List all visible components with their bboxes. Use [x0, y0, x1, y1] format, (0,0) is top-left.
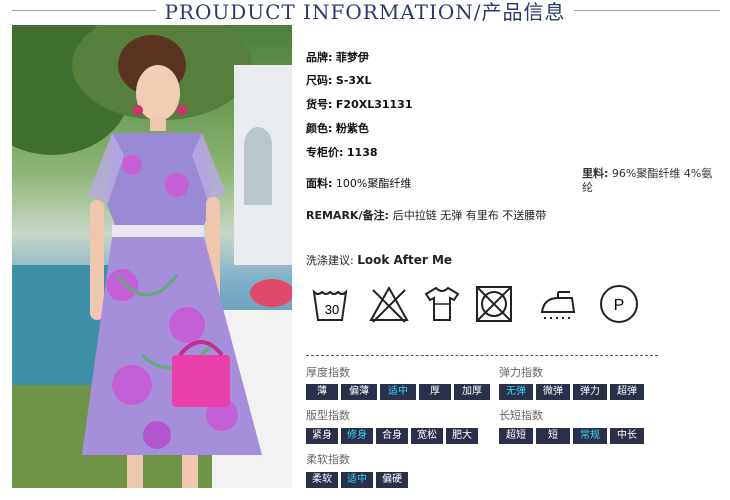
- spec-lining: 里料: 96%聚酯纤维 4%氨纶: [582, 167, 713, 194]
- length-option-selected[interactable]: 常规: [573, 428, 607, 444]
- wash-30-icon: 30: [312, 289, 348, 321]
- elasticity-title: 弹力指数: [499, 366, 543, 379]
- softness-options: 柔软 适中 偏硬: [306, 472, 408, 488]
- softness-title: 柔软指数: [306, 453, 350, 466]
- wash-temp-text: 30: [325, 302, 339, 317]
- fit-options: 紧身 修身 合身 宽松 肥大: [306, 428, 478, 444]
- model-illustration: [12, 25, 292, 488]
- fit-title: 版型指数: [306, 409, 350, 422]
- length-option[interactable]: 超短: [499, 428, 533, 444]
- spec-price: 专柜价: 1138: [306, 146, 378, 159]
- divider: [306, 355, 658, 356]
- softness-option[interactable]: 柔软: [306, 472, 338, 488]
- dry-clean-text: P: [614, 297, 625, 314]
- elasticity-options: 无弹 微弹 弹力 超弹: [499, 384, 644, 400]
- no-tumble-dry-icon: [476, 286, 512, 322]
- spec-brand: 品牌: 菲梦伊: [306, 51, 369, 64]
- thickness-option[interactable]: 厚: [419, 384, 451, 400]
- elasticity-option-selected[interactable]: 无弹: [499, 384, 533, 400]
- spec-sku: 货号: F20XL31131: [306, 98, 413, 111]
- thickness-option-selected[interactable]: 适中: [380, 384, 416, 400]
- fit-option[interactable]: 紧身: [306, 428, 338, 444]
- length-options: 超短 短 常规 中长: [499, 428, 644, 444]
- iron-icon: [540, 291, 576, 319]
- spec-size: 尺码: S-3XL: [306, 74, 372, 87]
- thickness-options: 薄 偏薄 适中 厚 加厚: [306, 384, 490, 400]
- elasticity-option[interactable]: 弹力: [573, 384, 607, 400]
- dry-clean-icon: P: [600, 285, 638, 323]
- fit-option[interactable]: 宽松: [411, 428, 443, 444]
- fit-option-selected[interactable]: 修身: [341, 428, 373, 444]
- thickness-option[interactable]: 加厚: [454, 384, 490, 400]
- thickness-title: 厚度指数: [306, 366, 350, 379]
- thickness-option[interactable]: 薄: [306, 384, 338, 400]
- thickness-option[interactable]: 偏薄: [341, 384, 377, 400]
- wash-advice: 洗涤建议: Look After Me: [306, 253, 453, 267]
- spec-color: 颜色: 粉紫色: [306, 122, 369, 135]
- fit-option[interactable]: 肥大: [446, 428, 478, 444]
- remark: REMARK/备注: 后中拉链 无弹 有里布 不送腰带: [306, 209, 547, 222]
- page-title: PROUDUCT INFORMATION/产品信息: [0, 0, 730, 24]
- hang-dry-icon: [424, 286, 460, 321]
- product-photo: [12, 25, 292, 488]
- softness-option-selected[interactable]: 适中: [341, 472, 373, 488]
- softness-option[interactable]: 偏硬: [376, 472, 408, 488]
- length-option[interactable]: 短: [536, 428, 570, 444]
- elasticity-option[interactable]: 超弹: [610, 384, 644, 400]
- spec-fabric: 面料: 100%聚酯纤维: [306, 177, 412, 190]
- no-bleach-icon: [369, 285, 409, 323]
- elasticity-option[interactable]: 微弹: [536, 384, 570, 400]
- length-title: 长短指数: [499, 409, 543, 422]
- fit-option[interactable]: 合身: [376, 428, 408, 444]
- length-option[interactable]: 中长: [610, 428, 644, 444]
